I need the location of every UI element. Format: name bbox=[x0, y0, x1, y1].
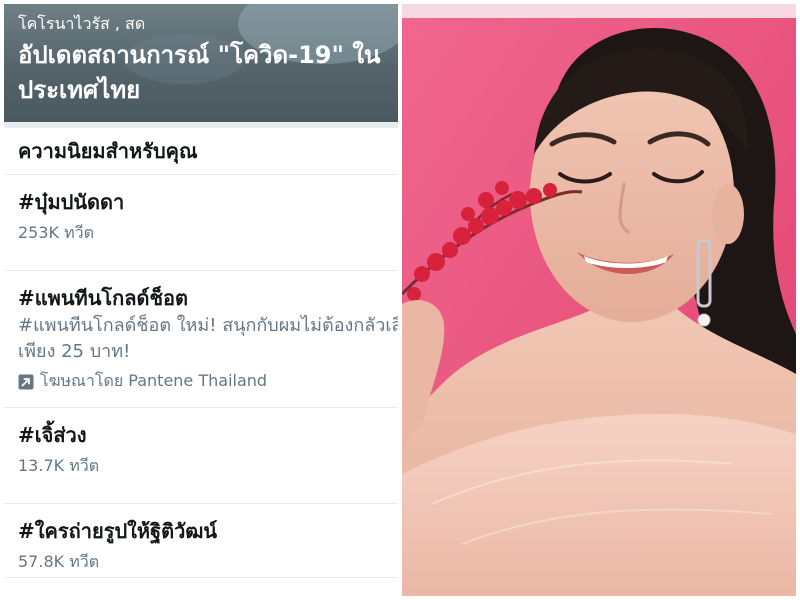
trend-tweet-count: 57.8K ทวีต bbox=[18, 552, 100, 571]
trend-name: #เจิ้ส่วง bbox=[18, 423, 87, 447]
news-kicker: โคโรนาไวรัส , สด bbox=[18, 14, 146, 33]
portrait-photo bbox=[402, 4, 796, 596]
trends-screenshot: โคโรนาไวรัส , สด อัปเดตสถานการณ์ "โควิด-… bbox=[4, 4, 398, 596]
trend-tweet-count: 253K ทวีต bbox=[18, 223, 95, 242]
promoted-arrow-icon bbox=[18, 374, 34, 389]
promoted-by-text: โฆษณาโดย Pantene Thailand bbox=[40, 371, 268, 390]
top-frame-edge bbox=[402, 4, 796, 18]
trends-heading: ความนิยมสำหรับคุณ bbox=[4, 128, 398, 175]
news-card[interactable]: โคโรนาไวรัส , สด อัปเดตสถานการณ์ "โควิด-… bbox=[4, 4, 398, 122]
promoted-by-line[interactable]: โฆษณาโดย Pantene Thailand bbox=[18, 369, 398, 394]
trend-tweet-count: 13.7K ทวีต bbox=[18, 456, 100, 475]
trend-item[interactable]: #ใครถ่ายรูปให้ฐิติวัฒน์ 57.8K ทวีต bbox=[4, 504, 398, 578]
trend-name: #แพนทีนโกลด์ช็อต bbox=[18, 286, 189, 310]
image-collage: โคโรนาไวรัส , สด อัปเดตสถานการณ์ "โควิด-… bbox=[0, 0, 800, 600]
trend-name: #บุ๋มปนัดดา bbox=[18, 190, 125, 214]
trend-description: #แพนทีนโกลด์ช็อต ใหม่! สนุกกับผมไม่ต้องก… bbox=[18, 315, 398, 362]
trend-item[interactable]: #เจิ้ส่วง 13.7K ทวีต bbox=[4, 408, 398, 504]
trend-name: #ใครถ่ายรูปให้ฐิติวัฒน์ bbox=[18, 519, 218, 543]
promoted-trend-item[interactable]: #แพนทีนโกลด์ช็อต #แพนทีนโกลด์ช็อต ใหม่! … bbox=[4, 271, 398, 408]
earring-pearl bbox=[697, 313, 711, 327]
portrait-illustration bbox=[402, 4, 796, 596]
ear bbox=[712, 184, 744, 244]
trend-item[interactable]: #บุ๋มปนัดดา 253K ทวีต bbox=[4, 175, 398, 271]
news-title: อัปเดตสถานการณ์ "โควิด-19" ในประเทศไทย bbox=[18, 41, 381, 104]
